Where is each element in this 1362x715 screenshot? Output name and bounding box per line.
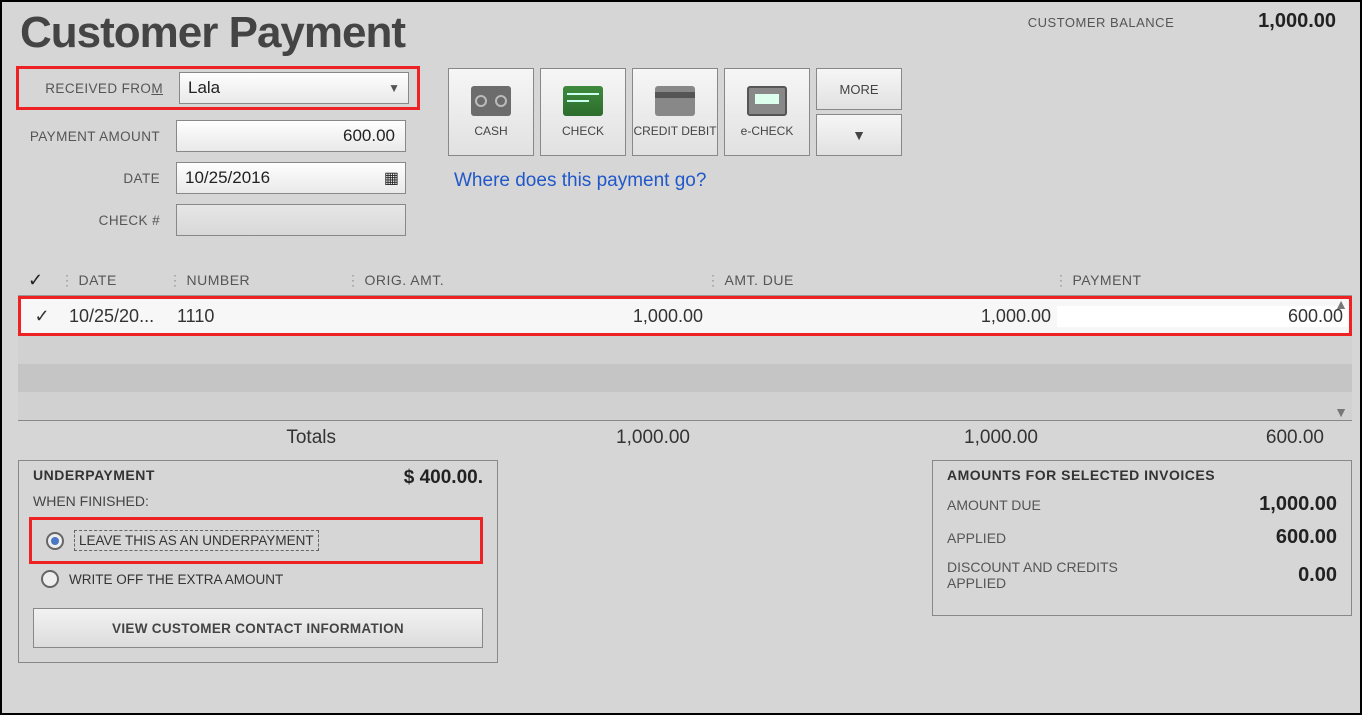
write-off-label: WRITE OFF THE EXTRA AMOUNT bbox=[69, 572, 283, 587]
discount-credits-value: 0.00 bbox=[1298, 564, 1337, 587]
cash-icon bbox=[471, 86, 511, 116]
when-finished-label: WHEN FINISHED: bbox=[33, 493, 483, 509]
invoice-table-header: ✓ ⋮DATE ⋮NUMBER ⋮ORIG. AMT. ⋮AMT. DUE ⋮P… bbox=[18, 270, 1352, 296]
underpayment-panel: UNDERPAYMENT $ 400.00. WHEN FINISHED: LE… bbox=[18, 460, 498, 663]
check-column-icon: ✓ bbox=[28, 270, 44, 290]
totals-label: Totals bbox=[18, 427, 346, 449]
leave-underpayment-label: LEAVE THIS AS AN UNDERPAYMENT bbox=[74, 530, 319, 551]
check-number-label: CHECK # bbox=[20, 213, 176, 228]
row-orig-amt: 1,000.00 bbox=[349, 306, 709, 327]
underpayment-title: UNDERPAYMENT bbox=[33, 467, 155, 483]
underpayment-amount: $ 400.00. bbox=[404, 467, 483, 489]
leave-underpayment-radio[interactable]: LEAVE THIS AS AN UNDERPAYMENT bbox=[46, 530, 474, 551]
payment-amount-input[interactable] bbox=[176, 120, 406, 152]
page-title: Customer Payment bbox=[20, 8, 405, 58]
check-icon bbox=[563, 86, 603, 116]
empty-rows bbox=[18, 336, 1352, 420]
totals-due: 1,000.00 bbox=[706, 427, 1054, 449]
check-button[interactable]: CHECK bbox=[540, 68, 626, 156]
applied-label: APPLIED bbox=[947, 530, 1006, 546]
row-payment[interactable]: 600.00 bbox=[1057, 306, 1349, 327]
chevron-down-icon: ▼ bbox=[388, 81, 400, 95]
scroll-down-icon[interactable]: ▼ bbox=[1334, 404, 1348, 420]
customer-balance-value: 1,000.00 bbox=[1258, 10, 1336, 33]
amount-due-value: 1,000.00 bbox=[1259, 493, 1337, 516]
cash-button[interactable]: CASH bbox=[448, 68, 534, 156]
radio-icon bbox=[41, 570, 59, 588]
more-button[interactable]: MORE bbox=[816, 68, 902, 110]
applied-value: 600.00 bbox=[1276, 526, 1337, 549]
credit-debit-button[interactable]: CREDIT DEBIT bbox=[632, 68, 718, 156]
payment-destination-link[interactable]: Where does this payment go? bbox=[454, 170, 902, 192]
row-number: 1110 bbox=[171, 306, 349, 327]
received-from-select[interactable]: Lala ▼ bbox=[179, 72, 409, 104]
totals-row: Totals 1,000.00 1,000.00 600.00 bbox=[18, 420, 1352, 454]
received-from-label: RECEIVED FROM bbox=[23, 81, 179, 96]
echeck-icon bbox=[747, 86, 787, 116]
view-contact-info-button[interactable]: VIEW CUSTOMER CONTACT INFORMATION bbox=[33, 608, 483, 648]
radio-icon bbox=[46, 532, 64, 550]
payment-amount-label: PAYMENT AMOUNT bbox=[20, 129, 176, 144]
amounts-summary-panel: AMOUNTS FOR SELECTED INVOICES AMOUNT DUE… bbox=[932, 460, 1352, 616]
calendar-icon[interactable]: ▦ bbox=[384, 168, 399, 188]
summary-title: AMOUNTS FOR SELECTED INVOICES bbox=[947, 467, 1337, 483]
customer-balance-label: CUSTOMER BALANCE bbox=[1028, 15, 1174, 30]
received-from-value: Lala bbox=[188, 78, 220, 98]
credit-card-icon bbox=[655, 86, 695, 116]
echeck-button[interactable]: e-CHECK bbox=[724, 68, 810, 156]
discount-credits-label: DISCOUNT AND CREDITS APPLIED bbox=[947, 559, 1167, 591]
chevron-down-icon: ▼ bbox=[852, 127, 866, 143]
totals-orig: 1,000.00 bbox=[346, 427, 706, 449]
table-row[interactable]: ✓ 10/25/20... 1110 1,000.00 1,000.00 600… bbox=[18, 296, 1352, 336]
more-dropdown-button[interactable]: ▼ bbox=[816, 114, 902, 156]
totals-pay: 600.00 bbox=[1054, 427, 1352, 449]
row-date: 10/25/20... bbox=[63, 306, 171, 327]
date-input[interactable]: 10/25/2016 ▦ bbox=[176, 162, 406, 194]
amount-due-label: AMOUNT DUE bbox=[947, 497, 1041, 513]
scroll-up-icon[interactable]: ▲ bbox=[1334, 296, 1348, 312]
row-amt-due: 1,000.00 bbox=[709, 306, 1057, 327]
row-check-icon[interactable]: ✓ bbox=[21, 306, 63, 327]
received-from-row: RECEIVED FROM Lala ▼ bbox=[16, 66, 420, 110]
date-value: 10/25/2016 bbox=[185, 168, 270, 188]
write-off-radio[interactable]: WRITE OFF THE EXTRA AMOUNT bbox=[41, 570, 483, 588]
check-number-input[interactable] bbox=[176, 204, 406, 236]
date-label: DATE bbox=[20, 171, 176, 186]
